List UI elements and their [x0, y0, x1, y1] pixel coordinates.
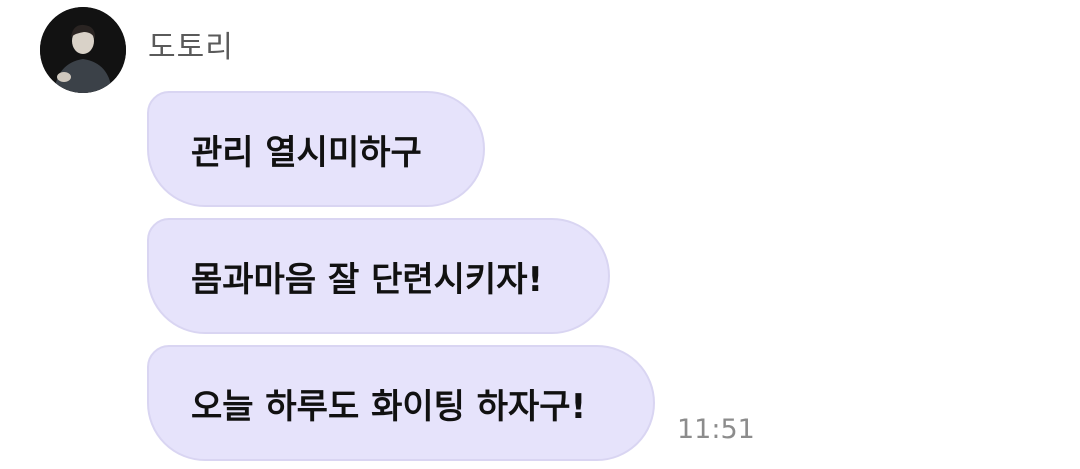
message-text: 오늘 하루도 화이팅 하자구! [191, 386, 587, 427]
sender-name: 도토리 [148, 30, 234, 65]
message-text: 몸과마음 잘 단련시키자! [191, 259, 543, 300]
message-bubble[interactable]: 몸과마음 잘 단련시키자! [147, 218, 610, 334]
message-bubble[interactable]: 오늘 하루도 화이팅 하자구! [147, 345, 655, 461]
profile-photo-icon [40, 7, 126, 93]
message-text: 관리 열시미하구 [191, 132, 422, 173]
message-timestamp: 11:51 [677, 414, 755, 445]
message-bubble[interactable]: 관리 열시미하구 [147, 91, 485, 207]
avatar[interactable] [40, 7, 126, 93]
